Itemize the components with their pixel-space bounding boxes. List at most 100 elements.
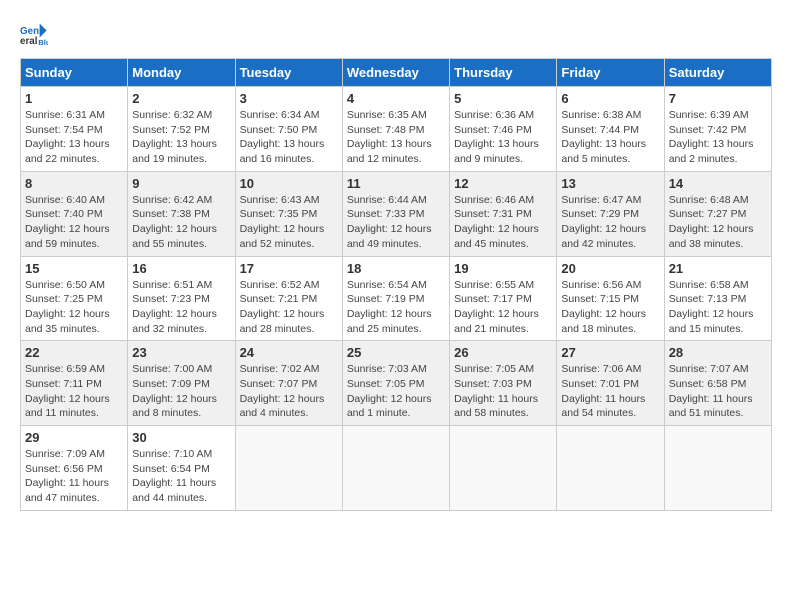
calendar-day-cell: 2Sunrise: 6:32 AMSunset: 7:52 PMDaylight… — [128, 87, 235, 172]
day-info: Sunrise: 6:52 AMSunset: 7:21 PMDaylight:… — [240, 278, 338, 337]
calendar-day-cell: 29 Sunrise: 7:09 AMSunset: 6:56 PMDayligh… — [21, 426, 128, 511]
day-number: 25 — [347, 345, 445, 360]
calendar-week-row: 22Sunrise: 6:59 AMSunset: 7:11 PMDayligh… — [21, 341, 772, 426]
calendar-day-cell: 27 Sunrise: 7:06 AMSunset: 7:01 PMDayligh… — [557, 341, 664, 426]
day-number: 16 — [132, 261, 230, 276]
day-number: 23 — [132, 345, 230, 360]
day-number: 14 — [669, 176, 767, 191]
day-info: Sunrise: 6:44 AMSunset: 7:33 PMDaylight:… — [347, 193, 445, 252]
day-of-week-header: Wednesday — [342, 59, 449, 87]
day-info: Sunrise: 7:06 AMSunset: 7:01 PMDaylight:… — [561, 362, 659, 421]
day-info: Sunrise: 6:32 AMSunset: 7:52 PMDaylight:… — [132, 108, 230, 167]
day-of-week-header: Tuesday — [235, 59, 342, 87]
calendar-day-cell: 28 Sunrise: 7:07 AMSunset: 6:58 PMDayligh… — [664, 341, 771, 426]
calendar-day-cell: 3 Sunrise: 6:34 AMSunset: 7:50 PMDaylight… — [235, 87, 342, 172]
day-info: Sunrise: 6:51 AMSunset: 7:23 PMDaylight:… — [132, 278, 230, 337]
day-info: Sunrise: 6:46 AMSunset: 7:31 PMDaylight:… — [454, 193, 552, 252]
day-of-week-header: Thursday — [450, 59, 557, 87]
calendar-day-cell: 21Sunrise: 6:58 AMSunset: 7:13 PMDayligh… — [664, 256, 771, 341]
calendar-week-row: 29 Sunrise: 7:09 AMSunset: 6:56 PMDayligh… — [21, 426, 772, 511]
day-info: Sunrise: 7:10 AMSunset: 6:54 PMDaylight:… — [132, 447, 230, 506]
calendar-day-cell: 1 Sunrise: 6:31 AMSunset: 7:54 PMDaylight… — [21, 87, 128, 172]
day-info: Sunrise: 6:40 AMSunset: 7:40 PMDaylight:… — [25, 193, 123, 252]
day-info: Sunrise: 7:02 AMSunset: 7:07 PMDaylight:… — [240, 362, 338, 421]
day-number: 19 — [454, 261, 552, 276]
day-info: Sunrise: 6:56 AMSunset: 7:15 PMDaylight:… — [561, 278, 659, 337]
day-number: 26 — [454, 345, 552, 360]
calendar-day-cell: 4 Sunrise: 6:35 AMSunset: 7:48 PMDaylight… — [342, 87, 449, 172]
calendar-week-row: 8Sunrise: 6:40 AMSunset: 7:40 PMDaylight… — [21, 171, 772, 256]
day-number: 7 — [669, 91, 767, 106]
page-header: Gen eral Blue — [20, 20, 772, 48]
calendar-day-cell: 19 Sunrise: 6:55 AMSunset: 7:17 PMDayligh… — [450, 256, 557, 341]
logo-icon: Gen eral Blue — [20, 20, 48, 48]
calendar-day-cell: 18Sunrise: 6:54 AMSunset: 7:19 PMDayligh… — [342, 256, 449, 341]
day-number: 4 — [347, 91, 445, 106]
calendar-week-row: 15 Sunrise: 6:50 AMSunset: 7:25 PMDayligh… — [21, 256, 772, 341]
calendar-day-cell — [235, 426, 342, 511]
day-info: Sunrise: 6:43 AMSunset: 7:35 PMDaylight:… — [240, 193, 338, 252]
calendar-day-cell: 16 Sunrise: 6:51 AMSunset: 7:23 PMDayligh… — [128, 256, 235, 341]
day-of-week-header: Friday — [557, 59, 664, 87]
day-number: 20 — [561, 261, 659, 276]
calendar-day-cell: 5Sunrise: 6:36 AMSunset: 7:46 PMDaylight… — [450, 87, 557, 172]
calendar-day-cell — [342, 426, 449, 511]
calendar-table: SundayMondayTuesdayWednesdayThursdayFrid… — [20, 58, 772, 511]
day-info: Sunrise: 6:42 AMSunset: 7:38 PMDaylight:… — [132, 193, 230, 252]
day-number: 18 — [347, 261, 445, 276]
calendar-day-cell: 26Sunrise: 7:05 AMSunset: 7:03 PMDayligh… — [450, 341, 557, 426]
day-number: 22 — [25, 345, 123, 360]
calendar-day-cell: 22Sunrise: 6:59 AMSunset: 7:11 PMDayligh… — [21, 341, 128, 426]
calendar-day-cell: 6 Sunrise: 6:38 AMSunset: 7:44 PMDaylight… — [557, 87, 664, 172]
day-number: 12 — [454, 176, 552, 191]
calendar-day-cell — [664, 426, 771, 511]
day-number: 3 — [240, 91, 338, 106]
calendar-day-cell: 8Sunrise: 6:40 AMSunset: 7:40 PMDaylight… — [21, 171, 128, 256]
calendar-day-cell: 10 Sunrise: 6:43 AMSunset: 7:35 PMDayligh… — [235, 171, 342, 256]
calendar-day-cell: 23 Sunrise: 7:00 AMSunset: 7:09 PMDayligh… — [128, 341, 235, 426]
day-number: 10 — [240, 176, 338, 191]
day-info: Sunrise: 7:09 AMSunset: 6:56 PMDaylight:… — [25, 447, 123, 506]
day-number: 24 — [240, 345, 338, 360]
calendar-day-cell: 13 Sunrise: 6:47 AMSunset: 7:29 PMDayligh… — [557, 171, 664, 256]
day-number: 1 — [25, 91, 123, 106]
calendar-day-cell: 12 Sunrise: 6:46 AMSunset: 7:31 PMDayligh… — [450, 171, 557, 256]
day-info: Sunrise: 6:58 AMSunset: 7:13 PMDaylight:… — [669, 278, 767, 337]
day-of-week-header: Sunday — [21, 59, 128, 87]
day-info: Sunrise: 7:07 AMSunset: 6:58 PMDaylight:… — [669, 362, 767, 421]
calendar-day-cell: 24 Sunrise: 7:02 AMSunset: 7:07 PMDayligh… — [235, 341, 342, 426]
day-info: Sunrise: 6:47 AMSunset: 7:29 PMDaylight:… — [561, 193, 659, 252]
day-number: 28 — [669, 345, 767, 360]
day-of-week-header: Saturday — [664, 59, 771, 87]
calendar-header-row: SundayMondayTuesdayWednesdayThursdayFrid… — [21, 59, 772, 87]
day-info: Sunrise: 6:35 AMSunset: 7:48 PMDaylight:… — [347, 108, 445, 167]
calendar-day-cell: 17 Sunrise: 6:52 AMSunset: 7:21 PMDayligh… — [235, 256, 342, 341]
calendar-day-cell: 7Sunrise: 6:39 AMSunset: 7:42 PMDaylight… — [664, 87, 771, 172]
day-info: Sunrise: 7:03 AMSunset: 7:05 PMDaylight:… — [347, 362, 445, 421]
day-number: 5 — [454, 91, 552, 106]
day-number: 17 — [240, 261, 338, 276]
day-of-week-header: Monday — [128, 59, 235, 87]
calendar-day-cell: 15 Sunrise: 6:50 AMSunset: 7:25 PMDayligh… — [21, 256, 128, 341]
day-info: Sunrise: 6:38 AMSunset: 7:44 PMDaylight:… — [561, 108, 659, 167]
day-number: 15 — [25, 261, 123, 276]
calendar-day-cell: 11Sunrise: 6:44 AMSunset: 7:33 PMDayligh… — [342, 171, 449, 256]
day-number: 27 — [561, 345, 659, 360]
logo: Gen eral Blue — [20, 20, 52, 48]
svg-text:Blue: Blue — [38, 38, 48, 47]
day-number: 6 — [561, 91, 659, 106]
calendar-day-cell — [450, 426, 557, 511]
day-info: Sunrise: 6:50 AMSunset: 7:25 PMDaylight:… — [25, 278, 123, 337]
day-number: 13 — [561, 176, 659, 191]
day-number: 29 — [25, 430, 123, 445]
day-info: Sunrise: 6:55 AMSunset: 7:17 PMDaylight:… — [454, 278, 552, 337]
calendar-day-cell: 30Sunrise: 7:10 AMSunset: 6:54 PMDayligh… — [128, 426, 235, 511]
day-info: Sunrise: 7:00 AMSunset: 7:09 PMDaylight:… — [132, 362, 230, 421]
calendar-day-cell: 20 Sunrise: 6:56 AMSunset: 7:15 PMDayligh… — [557, 256, 664, 341]
day-info: Sunrise: 6:31 AMSunset: 7:54 PMDaylight:… — [25, 108, 123, 167]
day-info: Sunrise: 6:48 AMSunset: 7:27 PMDaylight:… — [669, 193, 767, 252]
calendar-day-cell — [557, 426, 664, 511]
day-number: 9 — [132, 176, 230, 191]
day-info: Sunrise: 6:34 AMSunset: 7:50 PMDaylight:… — [240, 108, 338, 167]
calendar-week-row: 1 Sunrise: 6:31 AMSunset: 7:54 PMDaylight… — [21, 87, 772, 172]
